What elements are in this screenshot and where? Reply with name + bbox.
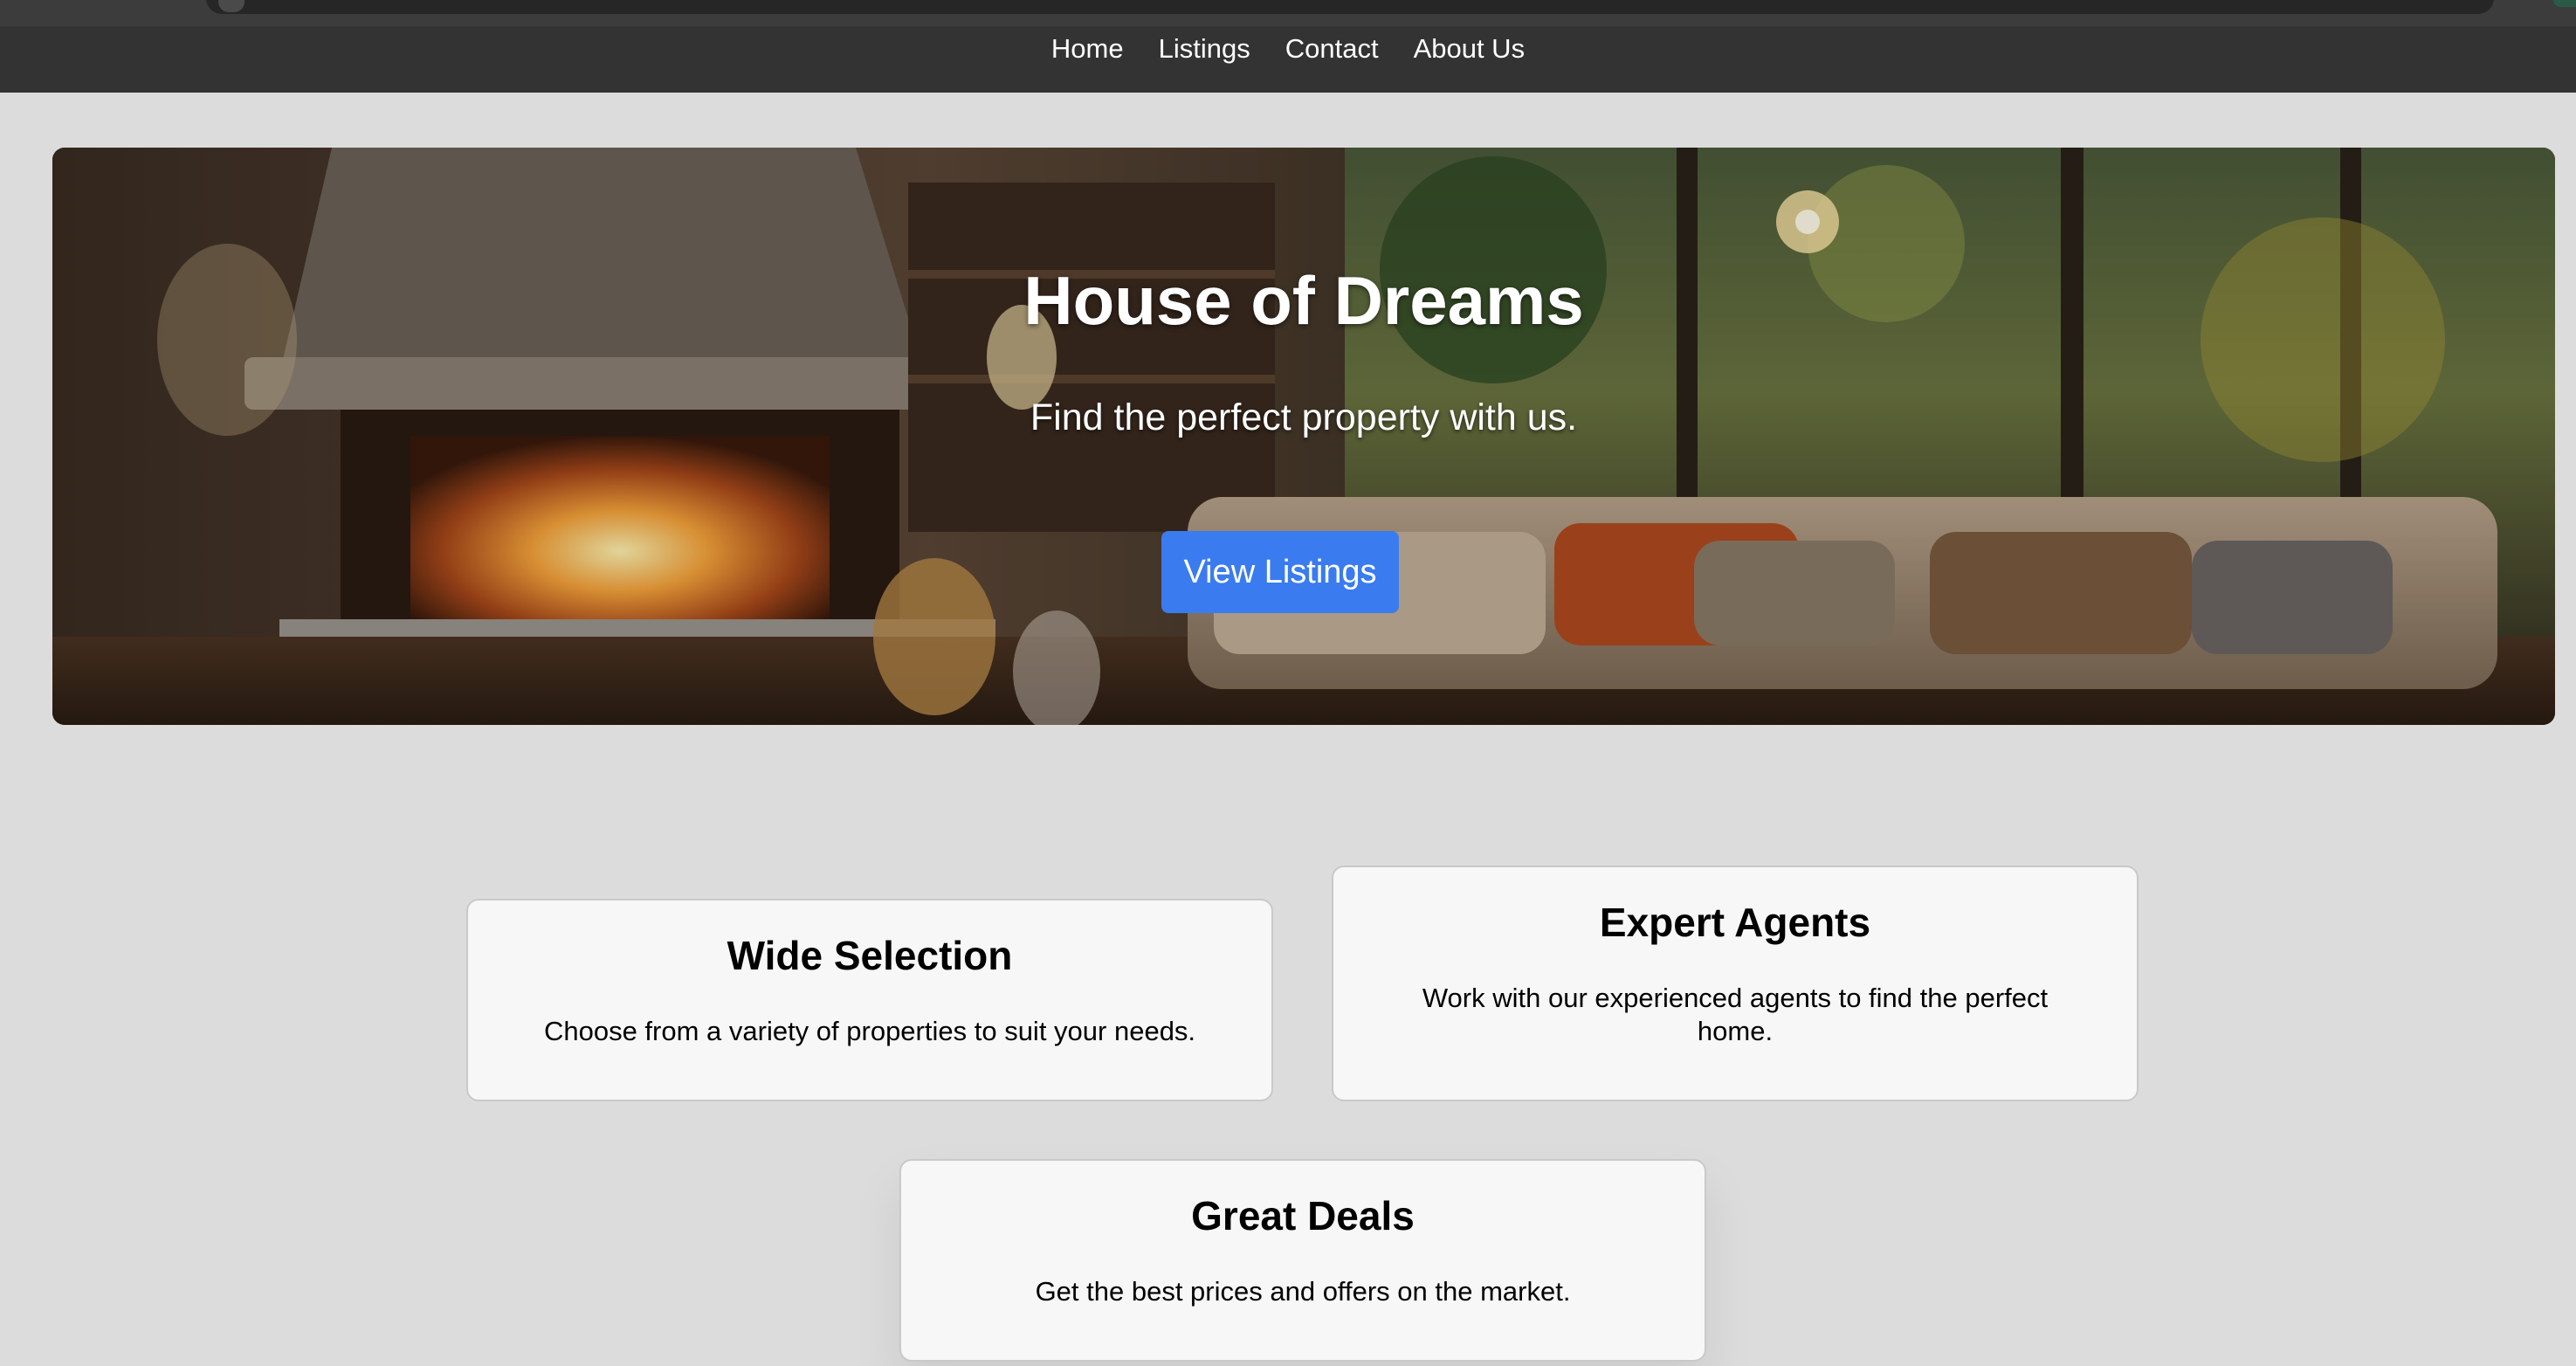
address-bar[interactable] [206, 0, 2494, 14]
nav-home-link[interactable]: Home [1051, 33, 1124, 65]
feature-title: Expert Agents [1599, 900, 1871, 945]
hero-subtitle: Find the perfect property with us. [1030, 397, 1578, 438]
hero-section: House of Dreams Find the perfect propert… [52, 148, 2555, 725]
site-icon [218, 0, 245, 12]
feature-text: Get the best prices and offers on the ma… [1035, 1276, 1571, 1307]
feature-card-expert-agents: Expert Agents Work with our experienced … [1332, 866, 2139, 1101]
view-listings-button[interactable]: View Listings [1161, 531, 1399, 613]
feature-title: Great Deals [1191, 1193, 1415, 1238]
nav-about-us-link[interactable]: About Us [1414, 33, 1526, 65]
feature-card-wide-selection: Wide Selection Choose from a variety of … [466, 899, 1273, 1101]
main-nav: Home Listings Contact About Us [0, 26, 2576, 72]
feature-text: Work with our experienced agents to find… [1422, 983, 2049, 1046]
nav-listings-link[interactable]: Listings [1159, 33, 1250, 65]
browser-address-strip [0, 0, 2576, 26]
nav-contact-link[interactable]: Contact [1285, 33, 1379, 65]
hero-title: House of Dreams [1023, 262, 1584, 339]
feature-title: Wide Selection [727, 933, 1013, 978]
feature-text: Choose from a variety of properties to s… [543, 1016, 1196, 1046]
feature-card-great-deals: Great Deals Get the best prices and offe… [899, 1159, 1706, 1362]
extension-icon[interactable] [2553, 0, 2576, 7]
top-navigation-bar: Home Listings Contact About Us [0, 0, 2576, 93]
